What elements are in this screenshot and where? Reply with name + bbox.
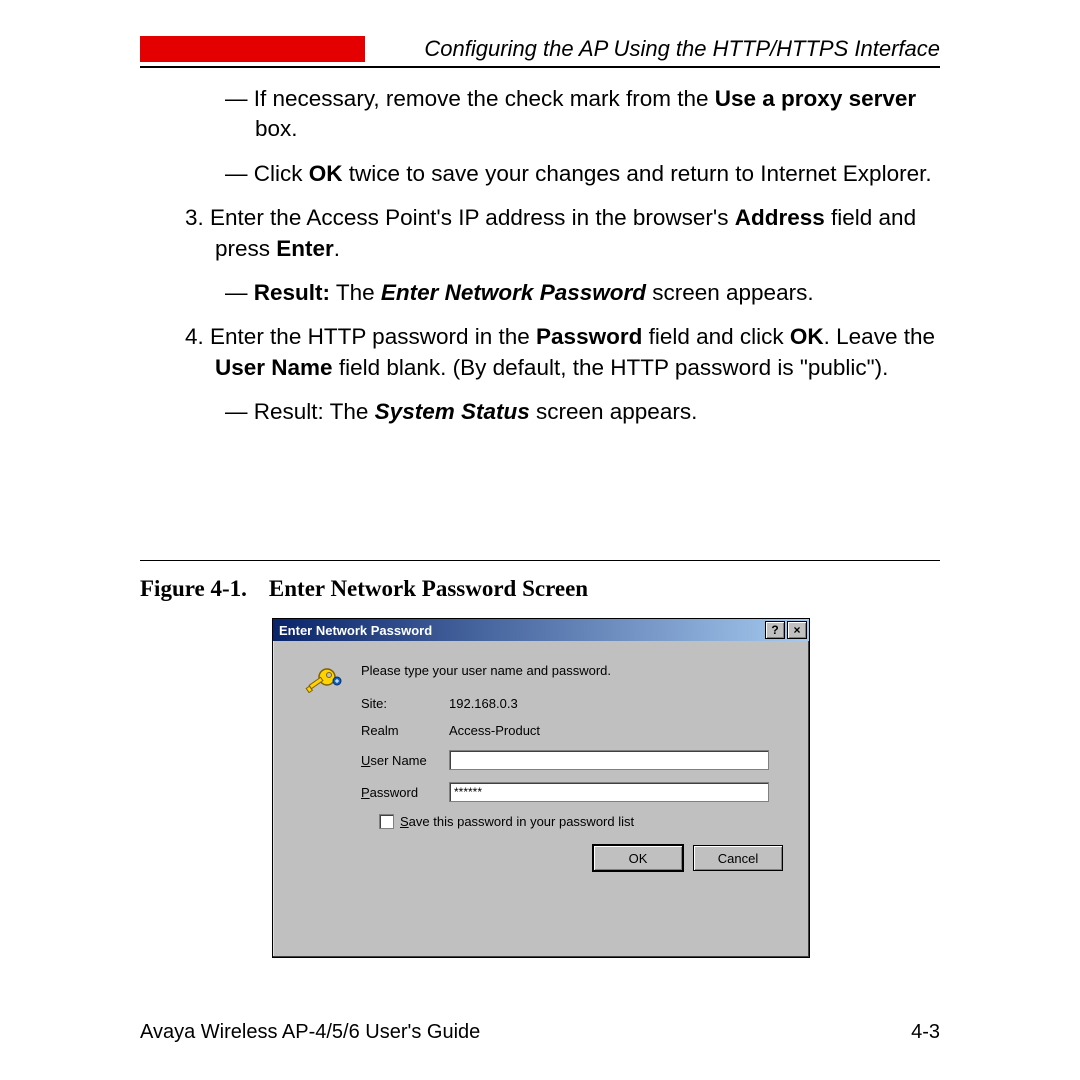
text: Enter the HTTP password in the: [210, 324, 536, 349]
text: If necessary, remove the check mark from…: [254, 86, 715, 111]
realm-row: Realm Access-Product: [361, 723, 783, 738]
mnemonic: U: [361, 753, 370, 768]
key-icon: [303, 663, 343, 703]
step-number: 4.: [185, 324, 210, 349]
bold-italic-text: System Status: [375, 399, 530, 424]
text: ave this password in your password list: [409, 814, 634, 829]
text: screen appears.: [646, 280, 814, 305]
text: Result: The: [254, 399, 375, 424]
username-label: User Name: [361, 753, 449, 768]
text: box.: [255, 116, 298, 141]
text: screen appears.: [530, 399, 698, 424]
figure-title: Enter Network Password Screen: [269, 576, 588, 601]
ok-button[interactable]: OK: [593, 845, 683, 871]
password-label: Password: [361, 785, 449, 800]
save-password-row: Save this password in your password list: [379, 814, 783, 829]
text: . Leave the: [824, 324, 935, 349]
bold-text: OK: [790, 324, 824, 349]
dialog-title: Enter Network Password: [279, 623, 763, 638]
site-value: 192.168.0.3: [449, 696, 783, 711]
text: field blank. (By default, the HTTP passw…: [333, 355, 889, 380]
dialog-body: Please type your user name and password.…: [273, 641, 809, 887]
text: Enter the Access Point's IP address in t…: [210, 205, 735, 230]
save-password-checkbox[interactable]: [379, 814, 394, 829]
header-red-block: [140, 36, 365, 62]
footer-page-number: 4-3: [911, 1021, 940, 1044]
dialog-buttons: OK Cancel: [299, 845, 783, 871]
step-3: 3. Enter the Access Point's IP address i…: [185, 203, 945, 264]
realm-label: Realm: [361, 723, 449, 738]
save-password-label: Save this password in your password list: [400, 814, 634, 829]
footer-doc-title: Avaya Wireless AP-4/5/6 User's Guide: [140, 1021, 480, 1044]
page-footer: Avaya Wireless AP-4/5/6 User's Guide 4-3: [140, 1021, 940, 1044]
text: ser Name: [370, 753, 426, 768]
dash-item-proxy: If necessary, remove the check mark from…: [225, 84, 945, 145]
bold-text: Password: [536, 324, 642, 349]
text: assword: [370, 785, 418, 800]
close-icon: ×: [793, 623, 800, 637]
bold-text: Use a proxy server: [715, 86, 916, 111]
dialog-prompt: Please type your user name and password.: [361, 663, 783, 678]
bold-text: Address: [735, 205, 825, 230]
dash-item-result-system-status: Result: The System Status screen appears…: [225, 397, 945, 427]
username-input[interactable]: [449, 750, 769, 770]
mnemonic: S: [400, 814, 409, 829]
site-row: Site: 192.168.0.3: [361, 696, 783, 711]
header-section-title: Configuring the AP Using the HTTP/HTTPS …: [424, 36, 940, 62]
bold-text: OK: [309, 161, 343, 186]
button-label: OK: [629, 851, 648, 866]
close-button[interactable]: ×: [787, 621, 807, 639]
figure-rule: [140, 560, 940, 561]
password-row: Password: [361, 782, 783, 802]
username-row: User Name: [361, 750, 783, 770]
document-page: Configuring the AP Using the HTTP/HTTPS …: [0, 0, 1080, 1080]
button-label: Cancel: [718, 851, 758, 866]
password-input[interactable]: [449, 782, 769, 802]
text: .: [334, 236, 340, 261]
text: twice to save your changes and return to…: [343, 161, 932, 186]
figure-number: Figure 4-1.: [140, 576, 247, 601]
help-icon: ?: [771, 623, 778, 637]
help-button[interactable]: ?: [765, 621, 785, 639]
bold-text: User Name: [215, 355, 333, 380]
dash-item-result-enter-password: Result: The Enter Network Password scree…: [225, 278, 945, 308]
enter-network-password-dialog: Enter Network Password ? × Please type y…: [272, 618, 810, 958]
mnemonic: P: [361, 785, 370, 800]
figure-caption: Figure 4-1. Enter Network Password Screen: [140, 576, 588, 602]
bold-text: Result:: [254, 280, 330, 305]
dialog-titlebar: Enter Network Password ? ×: [273, 619, 809, 641]
realm-value: Access-Product: [449, 723, 783, 738]
text: field and click: [642, 324, 790, 349]
text: Click: [254, 161, 309, 186]
step-number: 3.: [185, 205, 210, 230]
site-label: Site:: [361, 696, 449, 711]
bold-text: Enter: [276, 236, 334, 261]
dash-item-click-ok: Click OK twice to save your changes and …: [225, 159, 945, 189]
cancel-button[interactable]: Cancel: [693, 845, 783, 871]
text: The: [330, 280, 381, 305]
bold-italic-text: Enter Network Password: [381, 280, 646, 305]
body-text: If necessary, remove the check mark from…: [155, 84, 945, 441]
step-4: 4. Enter the HTTP password in the Passwo…: [185, 322, 945, 383]
